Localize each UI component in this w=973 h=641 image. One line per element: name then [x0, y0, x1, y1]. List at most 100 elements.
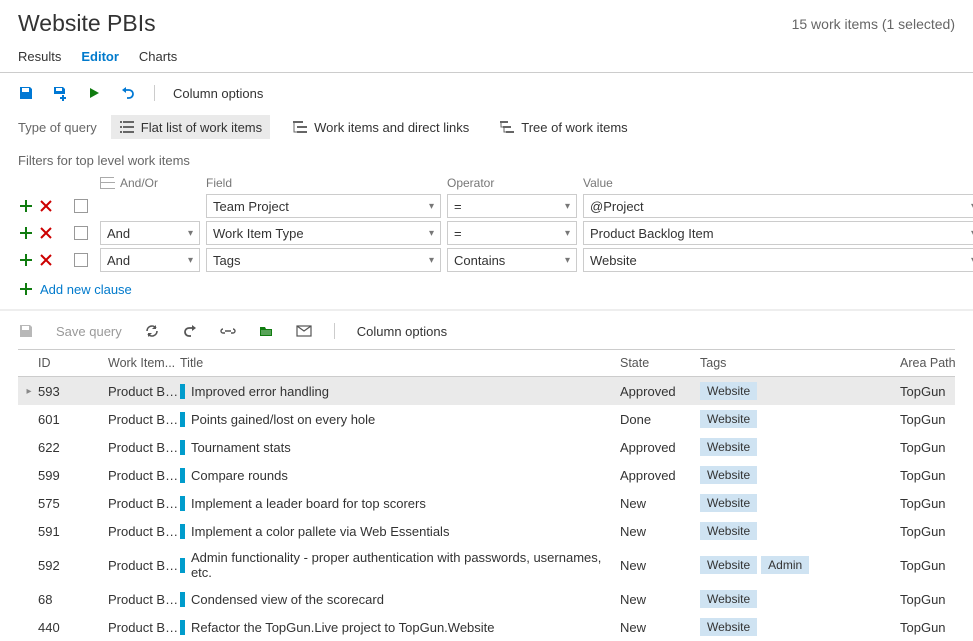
table-row[interactable]: 440 Product Ba... Refactor the TopGun.Li… [18, 613, 955, 641]
filter-clause: And▾ Tags▾ Contains▾ Website▾ [18, 248, 955, 272]
add-clause-button[interactable]: Add new clause [18, 275, 955, 297]
field-select[interactable]: Work Item Type▾ [206, 221, 441, 245]
link-icon[interactable] [220, 323, 236, 339]
table-row[interactable]: 601 Product Ba... Points gained/lost on … [18, 405, 955, 433]
cell-id: 622 [38, 440, 108, 455]
cell-title: Compare rounds [180, 468, 620, 483]
table-row[interactable]: 592 Product Ba... Admin functionality - … [18, 545, 955, 585]
operator-select[interactable]: =▾ [447, 221, 577, 245]
filter-header: And/Or Field Operator Value [18, 176, 955, 194]
column-options-button[interactable]: Column options [173, 86, 263, 101]
col-type[interactable]: Work Item... [108, 356, 180, 370]
tab-results[interactable]: Results [18, 49, 61, 64]
cell-state: Approved [620, 468, 700, 483]
table-row[interactable]: 68 Product Ba... Condensed view of the s… [18, 585, 955, 613]
cell-area: TopGun [900, 384, 973, 399]
save-query-icon [18, 323, 34, 339]
value-select[interactable]: @Project▾ [583, 194, 973, 218]
col-title[interactable]: Title [180, 356, 620, 370]
operator-select[interactable]: Contains▾ [447, 248, 577, 272]
run-icon[interactable] [86, 85, 102, 101]
query-type-flat[interactable]: Flat list of work items [111, 115, 270, 139]
save-as-icon[interactable] [52, 85, 68, 101]
tab-bar: Results Editor Charts [0, 43, 973, 73]
col-id[interactable]: ID [38, 356, 108, 370]
header-field: Field [206, 176, 441, 190]
tag-pill: Website [700, 522, 757, 540]
cell-title: Points gained/lost on every hole [180, 412, 620, 427]
cell-area: TopGun [900, 620, 973, 635]
filter-section: Filters for top level work items And/Or … [0, 149, 973, 305]
row-expand-icon[interactable]: ▸ [20, 386, 38, 397]
add-row-icon[interactable] [18, 198, 34, 214]
field-select[interactable]: Team Project▾ [206, 194, 441, 218]
table-row[interactable]: 622 Product Ba... Tournament stats Appro… [18, 433, 955, 461]
table-row[interactable]: 591 Product Ba... Implement a color pall… [18, 517, 955, 545]
type-color-bar [180, 524, 185, 539]
clause-checkbox[interactable] [74, 199, 88, 213]
cell-type: Product Ba... [108, 496, 180, 511]
cell-tags: Website [700, 522, 900, 540]
col-state[interactable]: State [620, 356, 700, 370]
clause-checkbox[interactable] [74, 253, 88, 267]
add-row-icon[interactable] [18, 252, 34, 268]
tag-pill: Website [700, 590, 757, 608]
andor-select[interactable]: And▾ [100, 248, 200, 272]
col-tags[interactable]: Tags [700, 356, 900, 370]
remove-row-icon[interactable] [38, 225, 54, 241]
refresh-icon[interactable] [144, 323, 160, 339]
cell-type: Product Ba... [108, 412, 180, 427]
cell-area: TopGun [900, 524, 973, 539]
open-icon[interactable] [258, 323, 274, 339]
title-text: Admin functionality - proper authenticat… [191, 550, 620, 580]
header-andor: And/Or [120, 176, 158, 190]
cell-title: Refactor the TopGun.Live project to TopG… [180, 620, 620, 635]
add-row-icon[interactable] [18, 225, 34, 241]
cell-tags: Website [700, 590, 900, 608]
cell-id: 68 [38, 592, 108, 607]
table-row[interactable]: 599 Product Ba... Compare rounds Approve… [18, 461, 955, 489]
andor-select[interactable]: And▾ [100, 221, 200, 245]
cell-id: 599 [38, 468, 108, 483]
query-type-direct[interactable]: Work items and direct links [284, 115, 477, 139]
cell-title: Implement a leader board for top scorers [180, 496, 620, 511]
cell-type: Product Ba... [108, 468, 180, 483]
type-color-bar [180, 592, 185, 607]
field-select[interactable]: Tags▾ [206, 248, 441, 272]
col-area[interactable]: Area Path [900, 356, 973, 370]
remove-row-icon[interactable] [38, 252, 54, 268]
operator-select[interactable]: =▾ [447, 194, 577, 218]
type-color-bar [180, 558, 185, 573]
flat-list-icon [119, 119, 135, 135]
query-type-tree[interactable]: Tree of work items [491, 115, 635, 139]
table-row[interactable]: ▸ 593 Product Ba... Improved error handl… [18, 377, 955, 405]
results-toolbar: Save query Column options [0, 311, 973, 349]
remove-row-icon[interactable] [38, 198, 54, 214]
cell-state: New [620, 592, 700, 607]
tab-charts[interactable]: Charts [139, 49, 177, 64]
redo-icon[interactable] [182, 323, 198, 339]
clause-checkbox[interactable] [74, 226, 88, 240]
tab-editor[interactable]: Editor [81, 49, 119, 64]
title-text: Refactor the TopGun.Live project to TopG… [191, 620, 495, 635]
cell-state: New [620, 496, 700, 511]
cell-area: TopGun [900, 496, 973, 511]
email-icon[interactable] [296, 323, 312, 339]
table-row[interactable]: 575 Product Ba... Implement a leader boa… [18, 489, 955, 517]
query-type-row: Type of query Flat list of work items Wo… [0, 111, 973, 149]
toolbar-divider [154, 85, 155, 101]
column-options-button-2[interactable]: Column options [357, 324, 447, 339]
query-type-label: Type of query [18, 120, 97, 135]
value-select[interactable]: Website▾ [583, 248, 973, 272]
cell-tags: WebsiteAdmin [700, 556, 900, 574]
cell-tags: Website [700, 618, 900, 636]
cell-state: New [620, 524, 700, 539]
save-icon[interactable] [18, 85, 34, 101]
type-color-bar [180, 620, 185, 635]
andor-select[interactable] [100, 194, 200, 218]
title-text: Improved error handling [191, 384, 329, 399]
undo-icon[interactable] [120, 85, 136, 101]
cell-area: TopGun [900, 558, 973, 573]
tag-pill: Website [700, 618, 757, 636]
value-select[interactable]: Product Backlog Item▾ [583, 221, 973, 245]
